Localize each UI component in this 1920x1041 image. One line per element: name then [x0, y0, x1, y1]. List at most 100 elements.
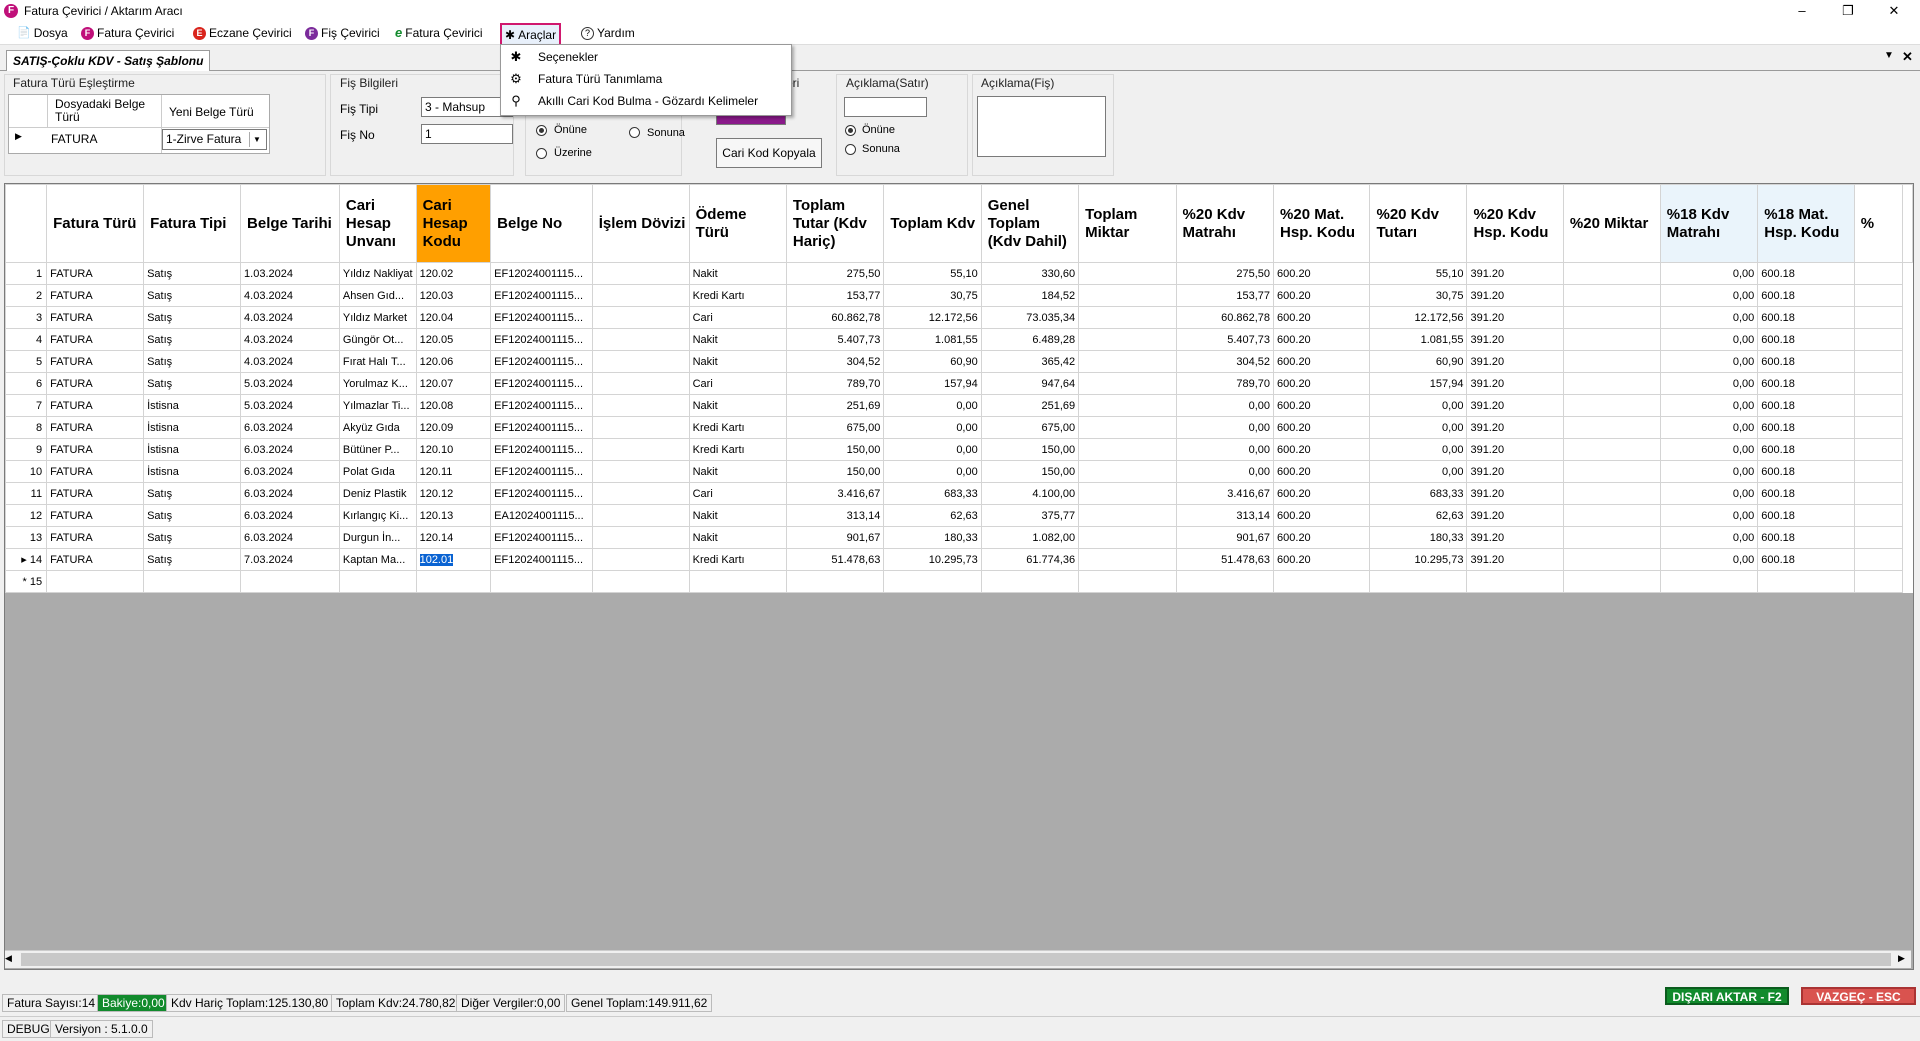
column-header[interactable]: %20 Kdv Tutarı — [1369, 184, 1468, 263]
table-cell[interactable]: 683,33 — [883, 482, 982, 505]
table-cell[interactable]: FATURA — [46, 416, 145, 439]
table-cell[interactable] — [1562, 372, 1661, 395]
table-cell[interactable]: Kredi Kartı — [688, 416, 787, 439]
table-cell[interactable]: 365,42 — [980, 350, 1080, 373]
table-cell[interactable] — [415, 570, 492, 593]
table-cell[interactable]: 0,00 — [883, 416, 982, 439]
table-cell[interactable] — [591, 372, 690, 395]
table-row[interactable]: ▸ 14 FATURA Satış 7.03.2024 Kaptan Ma... 102.… — [5, 548, 1913, 571]
table-cell[interactable]: 120.02 — [415, 262, 492, 285]
maximize-button[interactable]: ❐ — [1826, 0, 1870, 22]
table-cell[interactable]: 55,10 — [883, 262, 982, 285]
table-cell[interactable]: 600.18 — [1757, 438, 1855, 461]
table-cell[interactable]: Yıldız Nakliyat — [338, 262, 417, 285]
table-cell[interactable] — [1562, 284, 1661, 307]
table-cell[interactable]: EF12024001115... — [490, 306, 593, 329]
table-cell[interactable]: 150,00 — [980, 438, 1080, 461]
table-cell[interactable]: 391.20 — [1466, 438, 1564, 461]
table-cell[interactable]: 51.478,63 — [785, 548, 885, 571]
table-cell[interactable] — [1369, 570, 1468, 593]
table-cell[interactable]: EF12024001115... — [490, 328, 593, 351]
table-cell[interactable] — [1562, 306, 1661, 329]
table-cell[interactable] — [1078, 570, 1177, 593]
table-cell[interactable]: 6.03.2024 — [240, 460, 340, 483]
table-row[interactable]: 4 FATURA Satış 4.03.2024 Güngör Ot... 120.05 E… — [5, 328, 1913, 351]
table-cell[interactable]: 947,64 — [980, 372, 1080, 395]
table-cell[interactable]: 600.18 — [1757, 328, 1855, 351]
table-cell[interactable] — [591, 394, 690, 417]
table-row[interactable]: 8 FATURA İstisna 6.03.2024 Akyüz Gıda 120.09 E… — [5, 416, 1913, 439]
table-cell[interactable]: EF12024001115... — [490, 526, 593, 549]
table-cell[interactable]: 55,10 — [1369, 262, 1468, 285]
table-cell[interactable] — [1078, 438, 1177, 461]
table-cell[interactable]: FATURA — [46, 504, 145, 527]
table-cell[interactable]: FATURA — [46, 262, 145, 285]
menu-eczane-cevirici[interactable]: E Eczane Çevirici — [190, 24, 295, 42]
table-cell[interactable]: FATURA — [46, 460, 145, 483]
table-cell[interactable]: Kredi Kartı — [688, 438, 787, 461]
table-cell[interactable]: FATURA — [46, 284, 145, 307]
table-cell[interactable]: 600.20 — [1273, 350, 1371, 373]
table-cell[interactable]: 61.774,36 — [980, 548, 1080, 571]
tab-close-icon[interactable]: ✕ — [1902, 49, 1913, 65]
table-cell[interactable]: 0,00 — [1659, 548, 1759, 571]
table-cell[interactable]: 0,00 — [1659, 482, 1759, 505]
table-cell[interactable]: FATURA — [46, 548, 145, 571]
table-cell[interactable] — [1562, 548, 1661, 571]
table-cell[interactable]: 120.08 — [415, 394, 492, 417]
table-cell[interactable] — [591, 262, 690, 285]
disari-aktar-button[interactable]: DIŞARI AKTAR - F2 — [1665, 987, 1789, 1005]
table-cell[interactable] — [1078, 394, 1177, 417]
table-cell[interactable]: 120.03 — [415, 284, 492, 307]
table-cell[interactable] — [1659, 570, 1759, 593]
table-cell[interactable] — [1078, 284, 1177, 307]
table-cell[interactable] — [1078, 416, 1177, 439]
column-header[interactable]: Cari Hesap Unvanı — [338, 184, 417, 263]
table-cell[interactable]: 0,00 — [883, 394, 982, 417]
table-cell[interactable]: 1.081,55 — [883, 328, 982, 351]
table-cell[interactable]: 73.035,34 — [980, 306, 1080, 329]
table-cell[interactable]: 600.20 — [1273, 284, 1371, 307]
table-cell[interactable] — [1466, 570, 1564, 593]
table-cell[interactable]: 120.10 — [415, 438, 492, 461]
table-cell[interactable]: Satış — [143, 350, 242, 373]
table-cell[interactable]: İstisna — [143, 394, 242, 417]
table-cell[interactable]: 153,77 — [1175, 284, 1275, 307]
table-cell[interactable]: 0,00 — [1369, 394, 1468, 417]
scroll-right-icon[interactable]: ▶ — [1898, 953, 1905, 964]
table-cell[interactable] — [1562, 262, 1661, 285]
column-header[interactable]: Fatura Türü — [46, 184, 145, 263]
table-cell[interactable]: 391.20 — [1466, 372, 1564, 395]
table-cell[interactable]: 10.295,73 — [883, 548, 982, 571]
table-cell[interactable] — [1273, 570, 1371, 593]
table-cell[interactable]: 600.18 — [1757, 372, 1855, 395]
table-cell[interactable]: 120.09 — [415, 416, 492, 439]
table-cell[interactable]: 0,00 — [1659, 328, 1759, 351]
table-cell[interactable]: İstisna — [143, 460, 242, 483]
table-cell[interactable]: 12.172,56 — [883, 306, 982, 329]
table-cell[interactable]: FATURA — [46, 328, 145, 351]
table-cell[interactable]: İstisna — [143, 416, 242, 439]
table-cell[interactable]: İstisna — [143, 438, 242, 461]
table-cell[interactable] — [1078, 504, 1177, 527]
table-cell[interactable]: 275,50 — [785, 262, 885, 285]
table-cell[interactable]: 0,00 — [1659, 460, 1759, 483]
table-cell[interactable]: 150,00 — [785, 438, 885, 461]
table-cell[interactable] — [1078, 262, 1177, 285]
scroll-thumb[interactable] — [21, 953, 1891, 966]
table-cell[interactable] — [240, 570, 340, 593]
table-cell[interactable] — [338, 570, 417, 593]
table-cell[interactable]: 6.03.2024 — [240, 526, 340, 549]
table-cell[interactable]: 4.100,00 — [980, 482, 1080, 505]
table-cell[interactable]: Güngör Ot... — [338, 328, 417, 351]
table-cell[interactable] — [1757, 570, 1855, 593]
table-cell[interactable]: 120.05 — [415, 328, 492, 351]
table-cell[interactable]: 4.03.2024 — [240, 350, 340, 373]
table-cell[interactable]: 150,00 — [785, 460, 885, 483]
table-cell[interactable]: 0,00 — [1659, 284, 1759, 307]
table-cell[interactable]: 6.03.2024 — [240, 482, 340, 505]
menu-fis-cevirici[interactable]: F Fiş Çevirici — [302, 24, 383, 42]
minimize-button[interactable]: – — [1780, 0, 1824, 22]
column-header[interactable]: İşlem Dövizi — [591, 184, 690, 263]
aciklama-satir-input[interactable] — [844, 97, 927, 117]
